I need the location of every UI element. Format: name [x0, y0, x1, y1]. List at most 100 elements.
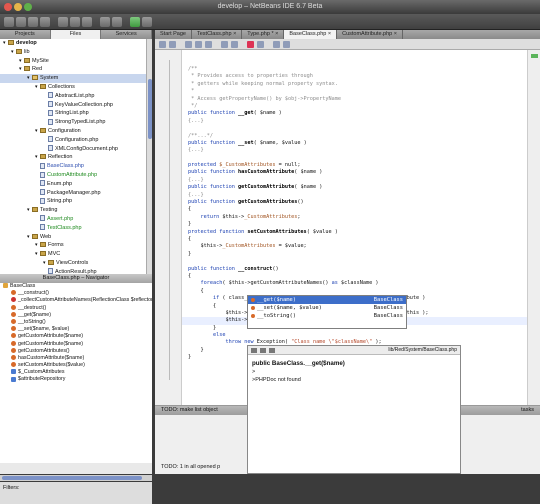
tree-item[interactable]: Configuration.php	[0, 136, 146, 145]
completion-item[interactable]: __set($name, $value) BaseClass	[248, 304, 406, 312]
navigator-item[interactable]: getCustomAttributes()	[0, 348, 152, 355]
editor-tab[interactable]: Start Page	[155, 30, 192, 39]
tree-item[interactable]: XMLConfigDocument.php	[0, 145, 146, 154]
close-tab-icon[interactable]: ×	[392, 31, 397, 37]
error-stripe[interactable]	[527, 50, 540, 405]
tree-item[interactable]: TestClass.php	[0, 224, 146, 233]
navigator-item[interactable]: $attributeRepository	[0, 376, 152, 383]
tree-item[interactable]: PackageManager.php	[0, 189, 146, 198]
debug-icon[interactable]	[142, 17, 152, 27]
tree-item[interactable]: StringList.php	[0, 109, 146, 118]
close-tab-icon[interactable]: ×	[232, 31, 236, 37]
navigator-item[interactable]: $_CustomAttributes	[0, 369, 152, 376]
navigator-hscrollbar[interactable]	[0, 475, 152, 481]
tree-item[interactable]: CustomAttribute.php	[0, 171, 146, 180]
tree-item[interactable]: ▾ Configuration	[0, 127, 146, 136]
minimize-window-button[interactable]	[14, 3, 22, 11]
editor-tab[interactable]: TestClass.php ×	[192, 30, 243, 39]
code-token: * getters while keeping normal property …	[188, 80, 338, 87]
stop-macro-icon[interactable]	[257, 41, 264, 48]
doc-goto-source-icon[interactable]	[269, 348, 275, 353]
code-line: {...}	[182, 118, 527, 125]
tree-item[interactable]: ▾ MySite	[0, 57, 146, 66]
navigator-item[interactable]: getCustomAttribute($name)	[0, 333, 152, 340]
zoom-window-button[interactable]	[24, 3, 32, 11]
tree-item[interactable]: ▾ Testing	[0, 206, 146, 215]
cut-icon[interactable]	[58, 17, 68, 27]
tree-item-label: String.php	[47, 198, 73, 205]
tree-item[interactable]: ▾ develop	[0, 39, 146, 48]
editor-tab[interactable]: Type.php * ×	[242, 30, 285, 39]
tree-item[interactable]: ▾ Web	[0, 233, 146, 242]
open-project-icon[interactable]	[28, 17, 38, 27]
completion-item[interactable]: __get($name) BaseClass	[248, 296, 406, 304]
editor-tab[interactable]: CustomAttribute.php ×	[337, 30, 403, 39]
new-file-icon[interactable]	[4, 17, 14, 27]
find-icon[interactable]	[185, 41, 192, 48]
shift-right-icon[interactable]	[231, 41, 238, 48]
tree-item[interactable]: AbstractList.php	[0, 92, 146, 101]
tree-item[interactable]: KeyValueCollection.php	[0, 101, 146, 110]
code-completion-popup[interactable]: __get($name) BaseClass __set($name, $value…	[247, 295, 407, 329]
undo-icon[interactable]	[100, 17, 110, 27]
tab-files[interactable]: Files	[50, 30, 102, 39]
code-token: $this->	[222, 213, 245, 220]
tab-projects[interactable]: Projects	[0, 30, 51, 39]
copy-icon[interactable]	[70, 17, 80, 27]
paste-icon[interactable]	[82, 17, 92, 27]
tree-item[interactable]: ▾ Collections	[0, 83, 146, 92]
tree-item[interactable]: StrongTypedList.php	[0, 118, 146, 127]
tree-item[interactable]: ▾ ViewControls	[0, 259, 146, 268]
shift-left-icon[interactable]	[221, 41, 228, 48]
navigator-item[interactable]: getCustomAttribute($name)	[0, 341, 152, 348]
completion-item[interactable]: __toString() BaseClass	[248, 312, 406, 320]
navigator-hscroll-thumb[interactable]	[2, 476, 142, 480]
navigator-item[interactable]: __destruct()	[0, 305, 152, 312]
navigator-item[interactable]: __toString()	[0, 319, 152, 326]
comment-icon[interactable]	[273, 41, 280, 48]
back-icon[interactable]	[159, 41, 166, 48]
redo-icon[interactable]	[112, 17, 122, 27]
navigator-item[interactable]: BaseClass	[0, 283, 152, 290]
tree-item[interactable]: ▾ Forms	[0, 241, 146, 250]
toggle-highlight-icon[interactable]	[205, 41, 212, 48]
new-project-icon[interactable]	[16, 17, 26, 27]
tree-item[interactable]: ▾ MVC	[0, 250, 146, 259]
tree-item-label: Reflection	[48, 154, 73, 161]
record-macro-icon[interactable]	[247, 41, 254, 48]
tree-item[interactable]: ▾ Red	[0, 65, 146, 74]
tree-item[interactable]: ▾ lib	[0, 48, 146, 57]
code-token: public function	[188, 184, 238, 191]
editor-tab[interactable]: BaseClass.php ×	[284, 30, 338, 39]
tab-tasks[interactable]: TODO: make list object	[161, 407, 218, 413]
editor-toolbar	[155, 39, 540, 50]
navigator-item[interactable]: _collectCustomAttributeNames(ReflectionC…	[0, 297, 152, 304]
find-next-icon[interactable]	[195, 41, 202, 48]
forward-icon[interactable]	[169, 41, 176, 48]
tree-item[interactable]: String.php	[0, 197, 146, 206]
tree-item[interactable]: ▾ Reflection	[0, 153, 146, 162]
navigator-item[interactable]: setCustomAttributes($value)	[0, 362, 152, 369]
tree-item[interactable]: Enum.php	[0, 180, 146, 189]
save-all-icon[interactable]	[40, 17, 50, 27]
navigator-item[interactable]: __construct()	[0, 290, 152, 297]
doc-back-icon[interactable]	[251, 348, 257, 353]
tree-item-label: System	[40, 75, 59, 82]
tab-services[interactable]: Services	[101, 30, 153, 39]
uncomment-icon[interactable]	[283, 41, 290, 48]
close-tab-icon[interactable]: ×	[326, 31, 331, 37]
tree-scroll-thumb[interactable]	[148, 79, 152, 139]
navigator-item[interactable]: __set($name, $value)	[0, 326, 152, 333]
navigator-item[interactable]: hasCustomAttribute($name)	[0, 355, 152, 362]
run-icon[interactable]	[130, 17, 140, 27]
doc-forward-icon[interactable]	[260, 348, 266, 353]
navigator-item[interactable]: __get($name)	[0, 312, 152, 319]
code-token: = null;	[275, 162, 301, 169]
tree-scrollbar[interactable]	[146, 39, 152, 274]
tree-item[interactable]: ▾ System	[0, 74, 146, 83]
tree-item[interactable]: BaseClass.php	[0, 162, 146, 171]
tree-item[interactable]: Assert.php	[0, 215, 146, 224]
close-window-button[interactable]	[4, 3, 12, 11]
close-tab-icon[interactable]: ×	[274, 31, 278, 37]
code-token: /**...*/	[188, 132, 213, 139]
